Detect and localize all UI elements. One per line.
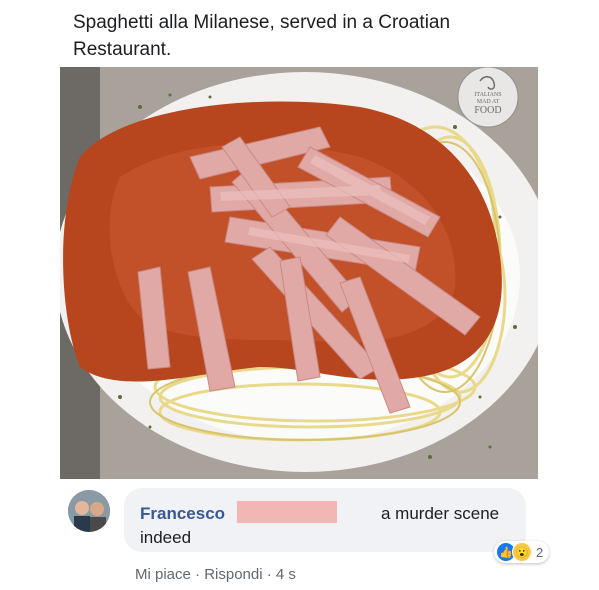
watermark-logo: ITALIANS MAD AT FOOD xyxy=(457,67,519,128)
comment-bubble: Francesco a murder scene indeed xyxy=(124,488,526,552)
wow-icon: 😮 xyxy=(512,542,532,562)
actions-separator: · xyxy=(262,566,276,583)
reply-link[interactable]: Rispondi xyxy=(204,566,262,583)
comment-text-part2: indeed xyxy=(140,528,192,547)
comment: Francesco a murder scene indeed 👍 😮 2 Mi… xyxy=(60,486,550,590)
actions-separator: · xyxy=(190,566,205,583)
watermark-line3: FOOD xyxy=(474,105,501,116)
redacted-surname xyxy=(237,501,337,523)
like-link[interactable]: Mi piace xyxy=(135,566,191,583)
comment-actions: Mi piace · Rispondi · 4 s xyxy=(135,566,296,583)
comment-timestamp[interactable]: 4 s xyxy=(276,566,296,583)
reaction-summary[interactable]: 👍 😮 2 xyxy=(494,541,550,563)
comment-text-part1: a murder scene xyxy=(381,504,500,523)
spaghetti-photo: ITALIANS MAD AT FOOD xyxy=(60,67,538,479)
avatar-photo xyxy=(68,490,110,532)
post-photo[interactable]: ITALIANS MAD AT FOOD xyxy=(60,67,538,479)
reaction-count: 2 xyxy=(536,544,544,560)
watermark-line1: ITALIANS xyxy=(474,92,501,98)
post-caption: Spaghetti alla Milanese, served in a Cro… xyxy=(73,12,451,60)
avatar[interactable] xyxy=(68,490,110,532)
comment-author[interactable]: Francesco xyxy=(140,504,225,524)
